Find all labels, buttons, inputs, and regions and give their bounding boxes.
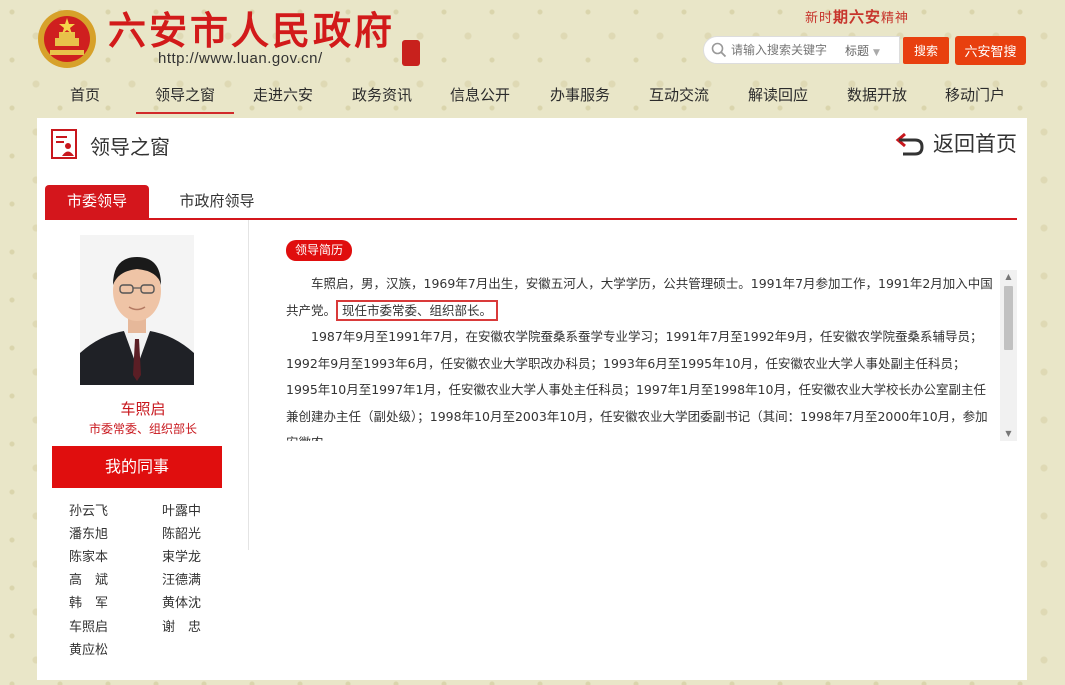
leader-panel: 领导之窗 返回首页 市委领导 市政府领导 车照启 市委常委、组织部长 我的同事 … — [37, 118, 1027, 680]
scroll-down-icon[interactable]: ▼ — [1000, 427, 1017, 441]
search-icon[interactable] — [710, 41, 728, 59]
tab-city-government[interactable]: 市政府领导 — [162, 185, 272, 218]
colleague-link[interactable]: 束学龙 — [162, 546, 201, 565]
leader-tabs: 市委领导 市政府领导 — [45, 184, 1017, 220]
tab-city-committee[interactable]: 市委领导 — [45, 185, 149, 218]
slogan-suffix: 精神 — [881, 11, 910, 26]
panel-title: 领导之窗 — [90, 135, 170, 159]
scroll-thumb[interactable] — [1004, 286, 1013, 350]
nav-item-home[interactable]: 首页 — [50, 80, 120, 114]
leader-title: 市委常委、组织部长 — [88, 422, 197, 436]
smart-search-button[interactable]: 六安智搜 — [955, 36, 1026, 65]
nav-item-data[interactable]: 数据开放 — [834, 80, 920, 114]
colleague-link[interactable]: 高 斌 — [69, 569, 108, 588]
slogan: 新时期六安精神 — [805, 6, 909, 27]
slogan-prefix: 新时 — [805, 11, 834, 26]
resume-paragraph: 车照启，男，汉族，1969年7月出生，安徽五河人，大学学历，公共管理硕士。199… — [286, 271, 994, 324]
search-type-select[interactable]: 标题 ▼ — [845, 42, 880, 59]
nav-item-leaders[interactable]: 领导之窗 — [136, 80, 234, 114]
nav-item-services[interactable]: 办事服务 — [537, 80, 623, 114]
colleague-link[interactable]: 黄应松 — [69, 639, 108, 658]
main-nav: 首页 领导之窗 走进六安 政务资讯 信息公开 办事服务 互动交流 解读回应 数据… — [0, 80, 1065, 114]
resume-badge: 领导简历 — [286, 240, 353, 261]
nav-item-news[interactable]: 政务资讯 — [339, 80, 425, 114]
resume-paragraph: 1987年9月至1991年7月，在安徽农学院蚕桑系蚕学专业学习；1991年7月至… — [286, 329, 988, 441]
panel-header: 领导之窗 返回首页 — [37, 118, 1027, 178]
colleague-link[interactable]: 谢 忠 — [162, 616, 201, 635]
site-title: 六安市人民政府 — [108, 8, 396, 53]
nav-item-interpret[interactable]: 解读回应 — [735, 80, 821, 114]
colleague-link[interactable]: 潘东旭 — [69, 523, 108, 542]
nav-item-interact[interactable]: 互动交流 — [636, 80, 722, 114]
search-box: 标题▼ — [703, 36, 900, 64]
resume-scrollbar[interactable]: ▲ ▼ — [1000, 270, 1017, 441]
nav-item-about[interactable]: 走进六安 — [240, 80, 326, 114]
search-input[interactable] — [731, 43, 841, 57]
colleague-link[interactable]: 叶露中 — [162, 500, 201, 519]
leader-name: 车照启 — [120, 400, 166, 418]
scroll-up-icon[interactable]: ▲ — [1000, 270, 1017, 284]
chevron-down-icon: ▼ — [873, 47, 880, 58]
colleague-link[interactable]: 车照启 — [69, 616, 108, 635]
leader-window-icon — [51, 129, 77, 159]
slogan-main: 期六安 — [833, 8, 882, 26]
colleague-link[interactable]: 黄体沈 — [162, 592, 201, 611]
site-header: 六安市人民政府 http://www.luan.gov.cn/ 新时期六安精神 … — [0, 0, 1065, 118]
colleague-link[interactable]: 韩 军 — [69, 592, 108, 611]
back-home-label: 返回首页 — [933, 132, 1017, 156]
colleague-link[interactable]: 汪德满 — [162, 569, 201, 588]
leader-photo — [80, 235, 194, 385]
red-seal-icon — [402, 40, 420, 66]
site-url[interactable]: http://www.luan.gov.cn/ — [158, 50, 323, 67]
back-home-button[interactable]: 返回首页 — [895, 128, 1017, 158]
colleague-link[interactable]: 陈家本 — [69, 546, 108, 565]
current-position-highlight: 现任市委常委、组织部长。 — [336, 299, 499, 321]
colleague-link[interactable]: 孙云飞 — [69, 500, 108, 519]
national-emblem-icon — [38, 10, 96, 68]
resume-text[interactable]: 车照启，男，汉族，1969年7月出生，安徽五河人，大学学历，公共管理硕士。199… — [286, 271, 994, 441]
return-arrow-icon — [895, 132, 924, 156]
colleagues-heading: 我的同事 — [52, 446, 222, 488]
search-type-label: 标题 — [845, 43, 870, 58]
nav-item-info[interactable]: 信息公开 — [437, 80, 523, 114]
colleague-link[interactable]: 陈韶光 — [162, 523, 201, 542]
nav-item-mobile[interactable]: 移动门户 — [932, 80, 1018, 114]
search-button[interactable]: 搜索 — [903, 37, 949, 64]
